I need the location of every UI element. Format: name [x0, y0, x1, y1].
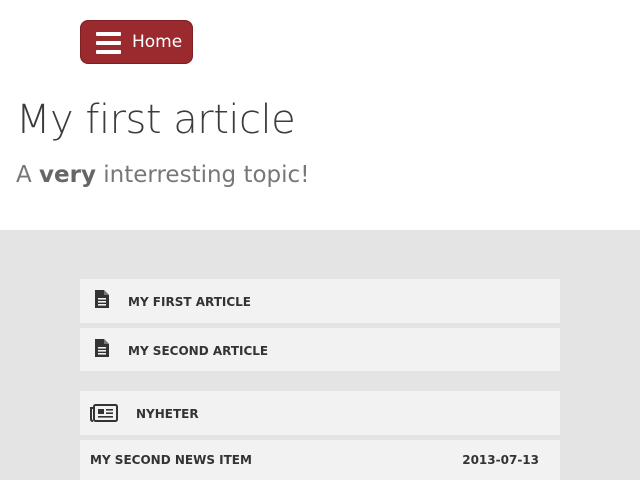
page-subtitle: A very interresting topic! — [16, 162, 309, 188]
news-item-title: MY SECOND NEWS ITEM — [90, 453, 252, 467]
news-section-header[interactable]: NYHETER — [80, 391, 560, 435]
hamburger-menu-icon — [96, 32, 121, 54]
subtitle-suffix: interresting topic! — [95, 162, 310, 188]
article-link-second[interactable]: MY SECOND ARTICLE — [80, 328, 560, 371]
document-icon — [95, 290, 109, 308]
home-menu-button[interactable]: Home — [80, 20, 193, 64]
content-panel: MY FIRST ARTICLE MY SECOND ARTICLE NYHET… — [0, 230, 640, 480]
article-link-label: MY SECOND ARTICLE — [128, 344, 269, 358]
home-label: Home — [132, 32, 183, 52]
page-title: My first article — [16, 97, 296, 143]
news-item[interactable]: MY SECOND NEWS ITEM 2013-07-13 — [80, 440, 560, 480]
newspaper-icon — [90, 404, 118, 422]
article-link-label: MY FIRST ARTICLE — [128, 295, 252, 309]
document-icon — [95, 339, 109, 357]
news-item-date: 2013-07-13 — [462, 453, 539, 467]
header-area: Home My first article A very interrestin… — [0, 0, 640, 230]
article-link-first[interactable]: MY FIRST ARTICLE — [80, 279, 560, 323]
news-heading: NYHETER — [136, 407, 199, 421]
subtitle-emphasis: very — [39, 162, 96, 188]
subtitle-prefix: A — [16, 162, 40, 188]
